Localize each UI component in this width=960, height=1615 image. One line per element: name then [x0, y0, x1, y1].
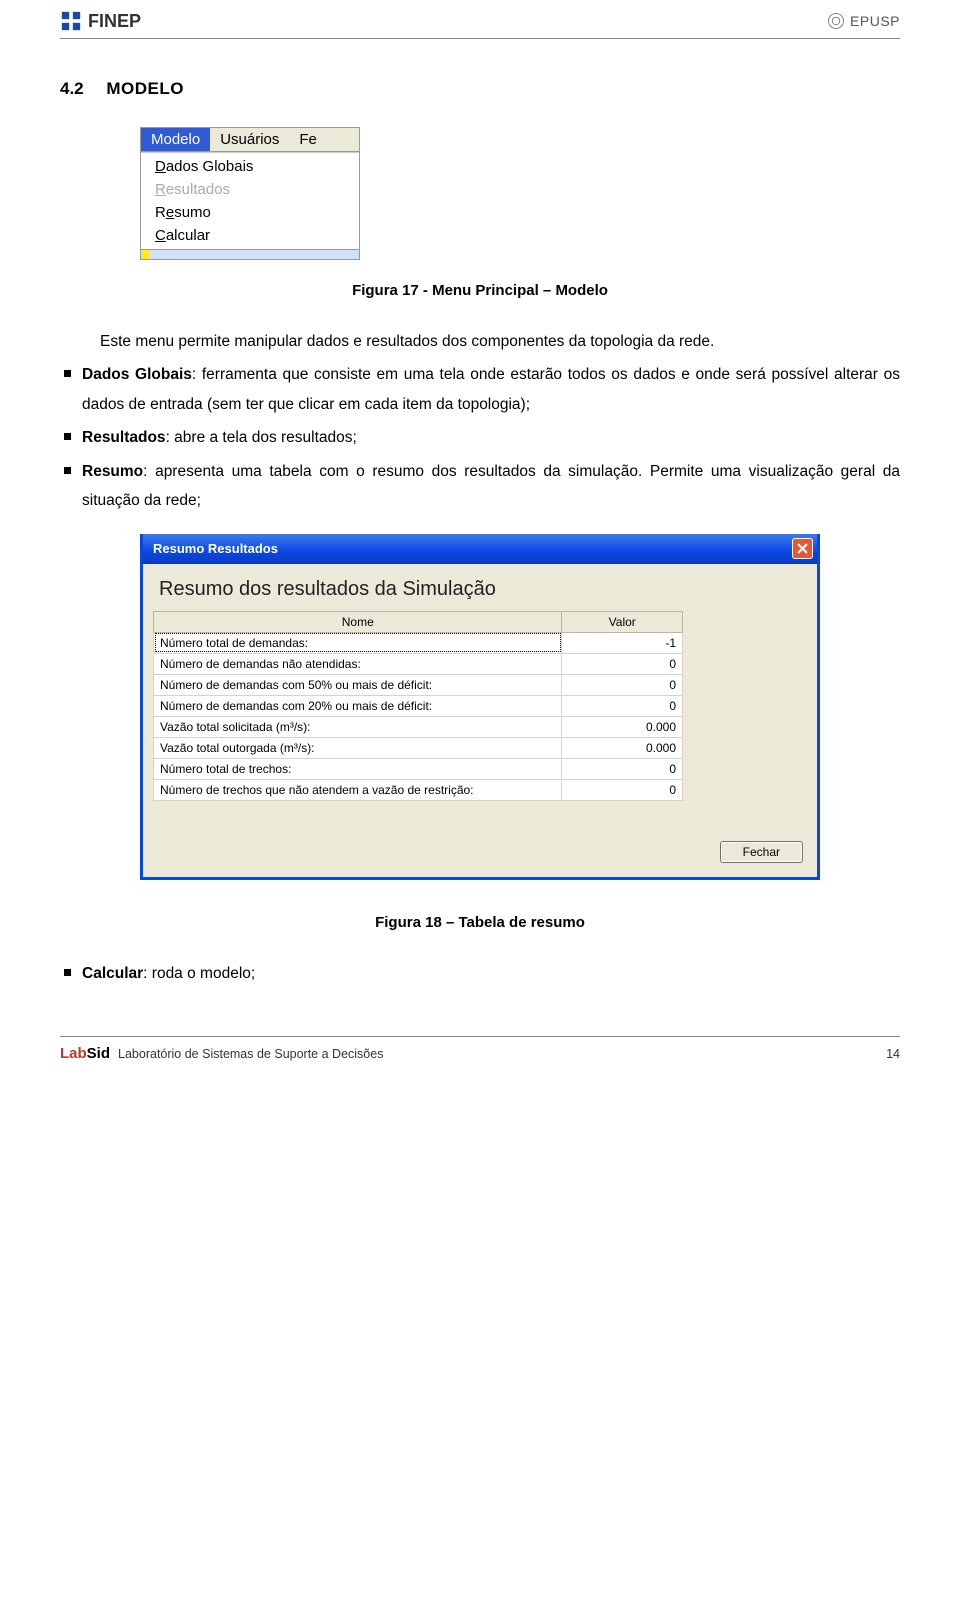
close-button[interactable]: [792, 538, 813, 559]
menubar: Modelo Usuários Fe: [141, 128, 359, 152]
bullet-list-top: Dados Globais: ferramenta que consiste e…: [60, 360, 900, 515]
finep-logo: FINEP: [60, 10, 141, 32]
menubar-item-fe[interactable]: Fe: [289, 128, 327, 151]
page-number: 14: [886, 1047, 900, 1061]
fechar-button[interactable]: Fechar: [720, 841, 803, 863]
bullet-list-bottom: Calcular: roda o modelo;: [60, 959, 900, 988]
finep-icon: [60, 10, 82, 32]
lab-name: Laboratório de Sistemas de Suporte a Dec…: [118, 1047, 383, 1061]
epusp-icon: [827, 12, 845, 30]
body-text-block: Este menu permite manipular dados e resu…: [60, 327, 900, 516]
table-row[interactable]: Número total de demandas: -1: [154, 632, 683, 653]
titlebar[interactable]: Resumo Resultados: [143, 534, 817, 564]
table-row[interactable]: Número de trechos que não atendem a vazã…: [154, 779, 683, 800]
intro-paragraph: Este menu permite manipular dados e resu…: [60, 327, 900, 356]
body-text-block-2: Calcular: roda o modelo;: [60, 959, 900, 988]
menu-modelo-snippet: Modelo Usuários Fe Dados Globais Resulta…: [140, 127, 360, 260]
table-row[interactable]: Número de demandas não atendidas: 0: [154, 653, 683, 674]
col-nome[interactable]: Nome: [154, 611, 562, 632]
section-heading: 4.2 MODELO: [60, 79, 900, 99]
list-item: Resultados: abre a tela dos resultados;: [60, 423, 900, 452]
table-row[interactable]: Vazão total solicitada (m³/s): 0.000: [154, 716, 683, 737]
list-item: Calcular: roda o modelo;: [60, 959, 900, 988]
figure-17-caption: Figura 17 - Menu Principal – Modelo: [60, 282, 900, 299]
menu-bottom-decor: [141, 249, 359, 259]
menubar-item-modelo[interactable]: Modelo: [141, 128, 210, 151]
dropdown-item-resumo[interactable]: Resumo: [141, 201, 359, 224]
table-row[interactable]: Número de demandas com 50% ou mais de dé…: [154, 674, 683, 695]
section-title-text: MODELO: [106, 79, 184, 98]
dropdown-item-calcular[interactable]: Calcular: [141, 224, 359, 247]
close-icon: [797, 543, 808, 554]
section-number: 4.2: [60, 79, 84, 98]
dropdown-item-dados-globais[interactable]: Dados Globais: [141, 155, 359, 178]
dropdown-item-resultados: Resultados: [141, 178, 359, 201]
col-valor[interactable]: Valor: [562, 611, 683, 632]
epusp-logo: EPUSP: [827, 12, 900, 30]
epusp-text: EPUSP: [850, 13, 900, 29]
finep-text: FINEP: [88, 11, 141, 32]
list-item: Resumo: apresenta uma tabela com o resum…: [60, 457, 900, 516]
window-title: Resumo Resultados: [153, 541, 278, 556]
list-item: Dados Globais: ferramenta que consiste e…: [60, 360, 900, 419]
table-row[interactable]: Número de demandas com 20% ou mais de dé…: [154, 695, 683, 716]
dialog-heading: Resumo dos resultados da Simulação: [153, 574, 807, 611]
figure-18-caption: Figura 18 – Tabela de resumo: [60, 914, 900, 931]
resumo-resultados-window: Resumo Resultados Resumo dos resultados …: [140, 534, 820, 880]
table-row[interactable]: Número total de trechos: 0: [154, 758, 683, 779]
table-row[interactable]: Vazão total outorgada (m³/s): 0.000: [154, 737, 683, 758]
results-table-body: Número total de demandas: -1 Número de d…: [154, 632, 683, 800]
labsid-logo: LabSid Laboratório de Sistemas de Suport…: [60, 1045, 383, 1062]
dropdown-modelo: Dados Globais Resultados Resumo Calcular: [141, 152, 359, 249]
page-footer: LabSid Laboratório de Sistemas de Suport…: [60, 1036, 900, 1062]
page-header: FINEP EPUSP: [60, 0, 900, 39]
results-table: Nome Valor Número total de demandas: -1 …: [153, 611, 683, 801]
menubar-item-usuarios[interactable]: Usuários: [210, 128, 289, 151]
